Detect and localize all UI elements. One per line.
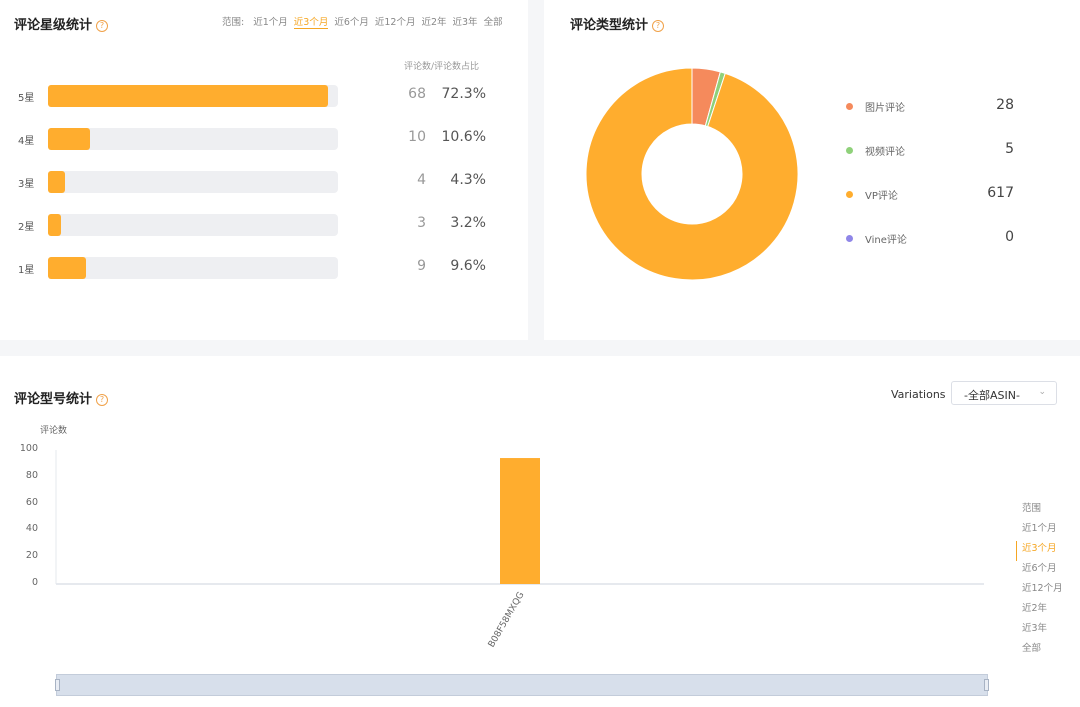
- star-count: 3: [417, 215, 426, 231]
- y-tick-label: 100: [19, 443, 38, 454]
- legend-dot-icon: [846, 191, 853, 198]
- star-count: 4: [417, 172, 426, 188]
- legend-label: 视频评论: [865, 147, 905, 158]
- legend-item[interactable]: 视频评论 5: [846, 141, 1016, 161]
- legend-label: 图片评论: [865, 103, 905, 114]
- range-option[interactable]: 近6个月: [334, 17, 369, 28]
- donut-slice[interactable]: [585, 67, 799, 281]
- range-option[interactable]: 近3年: [453, 17, 478, 28]
- range-label: 范围: [1022, 503, 1042, 514]
- star-bar-fill: [48, 257, 86, 279]
- legend-item[interactable]: 图片评论 28: [846, 97, 1016, 117]
- star-bar-track: [48, 85, 338, 107]
- range-option[interactable]: 全部: [1022, 641, 1063, 661]
- data-zoom-slider[interactable]: [55, 674, 989, 696]
- star-row: 4星 10 10.6%: [18, 128, 488, 150]
- star-label: 2星: [18, 222, 35, 233]
- star-label: 5星: [18, 93, 35, 104]
- asin-select-value: -全部ASIN-: [964, 389, 1020, 402]
- range-option[interactable]: 近6个月: [1022, 561, 1063, 581]
- star-count: 9: [417, 258, 426, 274]
- star-label: 1星: [18, 265, 35, 276]
- rating-stats-panel: 评论星级统计? 范围: 近1个月 近3个月 近6个月 近12个月 近2年 近3年 全部 评论…: [0, 0, 528, 340]
- star-label: 4星: [18, 136, 35, 147]
- range-label: 范围:: [222, 17, 245, 28]
- star-row: 1星 9 9.6%: [18, 257, 488, 279]
- star-label: 3星: [18, 179, 35, 190]
- legend-label: VP评论: [865, 191, 898, 202]
- legend-dot-icon: [846, 103, 853, 110]
- star-percent: 4.3%: [450, 172, 486, 188]
- star-row: 2星 3 3.2%: [18, 214, 488, 236]
- star-bar-fill: [48, 85, 328, 107]
- range-option[interactable]: 近2年: [421, 17, 446, 28]
- y-tick-label: 20: [25, 550, 38, 562]
- legend-dot-icon: [846, 147, 853, 154]
- x-tick-label: B08F58MXQG: [487, 590, 527, 649]
- star-bar-track: [48, 171, 338, 193]
- legend-item[interactable]: Vine评论 0: [846, 229, 1016, 249]
- rating-stats-title: 评论星级统计?: [14, 14, 109, 33]
- review-type-donut-chart: [585, 67, 799, 281]
- y-tick-label: 60: [25, 496, 38, 508]
- y-tick-label: 80: [25, 469, 38, 481]
- range-option[interactable]: 近3个月: [293, 17, 329, 29]
- range-option[interactable]: 近1个月: [253, 17, 288, 28]
- star-percent: 72.3%: [441, 86, 486, 102]
- legend-item[interactable]: VP评论 617: [846, 185, 1016, 205]
- star-bar-track: [48, 257, 338, 279]
- star-bar-fill: [48, 128, 91, 150]
- model-stats-title-text: 评论型号统计: [14, 392, 93, 407]
- star-count: 68: [408, 86, 426, 102]
- star-row: 5星 68 72.3%: [18, 85, 488, 107]
- range-option[interactable]: 近1个月: [1022, 521, 1063, 541]
- range-option[interactable]: 近3个月: [1016, 541, 1063, 561]
- star-percent: 10.6%: [441, 129, 486, 145]
- legend-label: Vine评论: [865, 235, 907, 246]
- range-option[interactable]: 全部: [484, 17, 503, 28]
- slider-handle-left[interactable]: [55, 679, 60, 691]
- review-type-title-text: 评论类型统计: [570, 18, 649, 33]
- variations-label: Variations: [891, 388, 946, 401]
- range-option[interactable]: 近2年: [1022, 601, 1063, 621]
- star-bar-fill: [48, 214, 62, 236]
- star-percent: 9.6%: [450, 258, 486, 274]
- chevron-down-icon: ⌄: [1038, 387, 1046, 397]
- help-icon[interactable]: ?: [652, 20, 665, 32]
- star-bar-track: [48, 214, 338, 236]
- legend-value: 0: [1005, 229, 1014, 245]
- y-axis-label: 评论数: [40, 426, 68, 436]
- rating-stats-title-text: 评论星级统计: [14, 18, 93, 33]
- slider-handle-right[interactable]: [984, 679, 989, 691]
- legend-value: 617: [987, 185, 1014, 201]
- y-tick-label: 40: [25, 523, 38, 535]
- range-option[interactable]: 近12个月: [1022, 581, 1063, 601]
- star-percent: 3.2%: [450, 215, 486, 231]
- star-bar-track: [48, 128, 338, 150]
- help-icon[interactable]: ?: [96, 394, 109, 406]
- review-type-title: 评论类型统计?: [570, 14, 665, 33]
- column-header: 评论数/评论数占比: [404, 62, 480, 72]
- star-row: 3星 4 4.3%: [18, 171, 488, 193]
- legend-value: 28: [996, 97, 1014, 113]
- star-bar-fill: [48, 171, 66, 193]
- rating-range-selector: 范围: 近1个月 近3个月 近6个月 近12个月 近2年 近3年 全部: [222, 14, 509, 29]
- star-count: 10: [408, 129, 426, 145]
- asin-select[interactable]: -全部ASIN- ⌄: [951, 381, 1057, 405]
- range-option[interactable]: 近12个月: [375, 17, 416, 28]
- bar[interactable]: [500, 458, 540, 584]
- legend-dot-icon: [846, 235, 853, 242]
- model-stats-title: 评论型号统计?: [14, 388, 109, 407]
- help-icon[interactable]: ?: [96, 20, 109, 32]
- model-range-selector: 范围 近1个月 近3个月 近6个月 近12个月 近2年 近3年 全部: [1016, 501, 1063, 661]
- range-option[interactable]: 近3年: [1022, 621, 1063, 641]
- legend-value: 5: [1005, 141, 1014, 157]
